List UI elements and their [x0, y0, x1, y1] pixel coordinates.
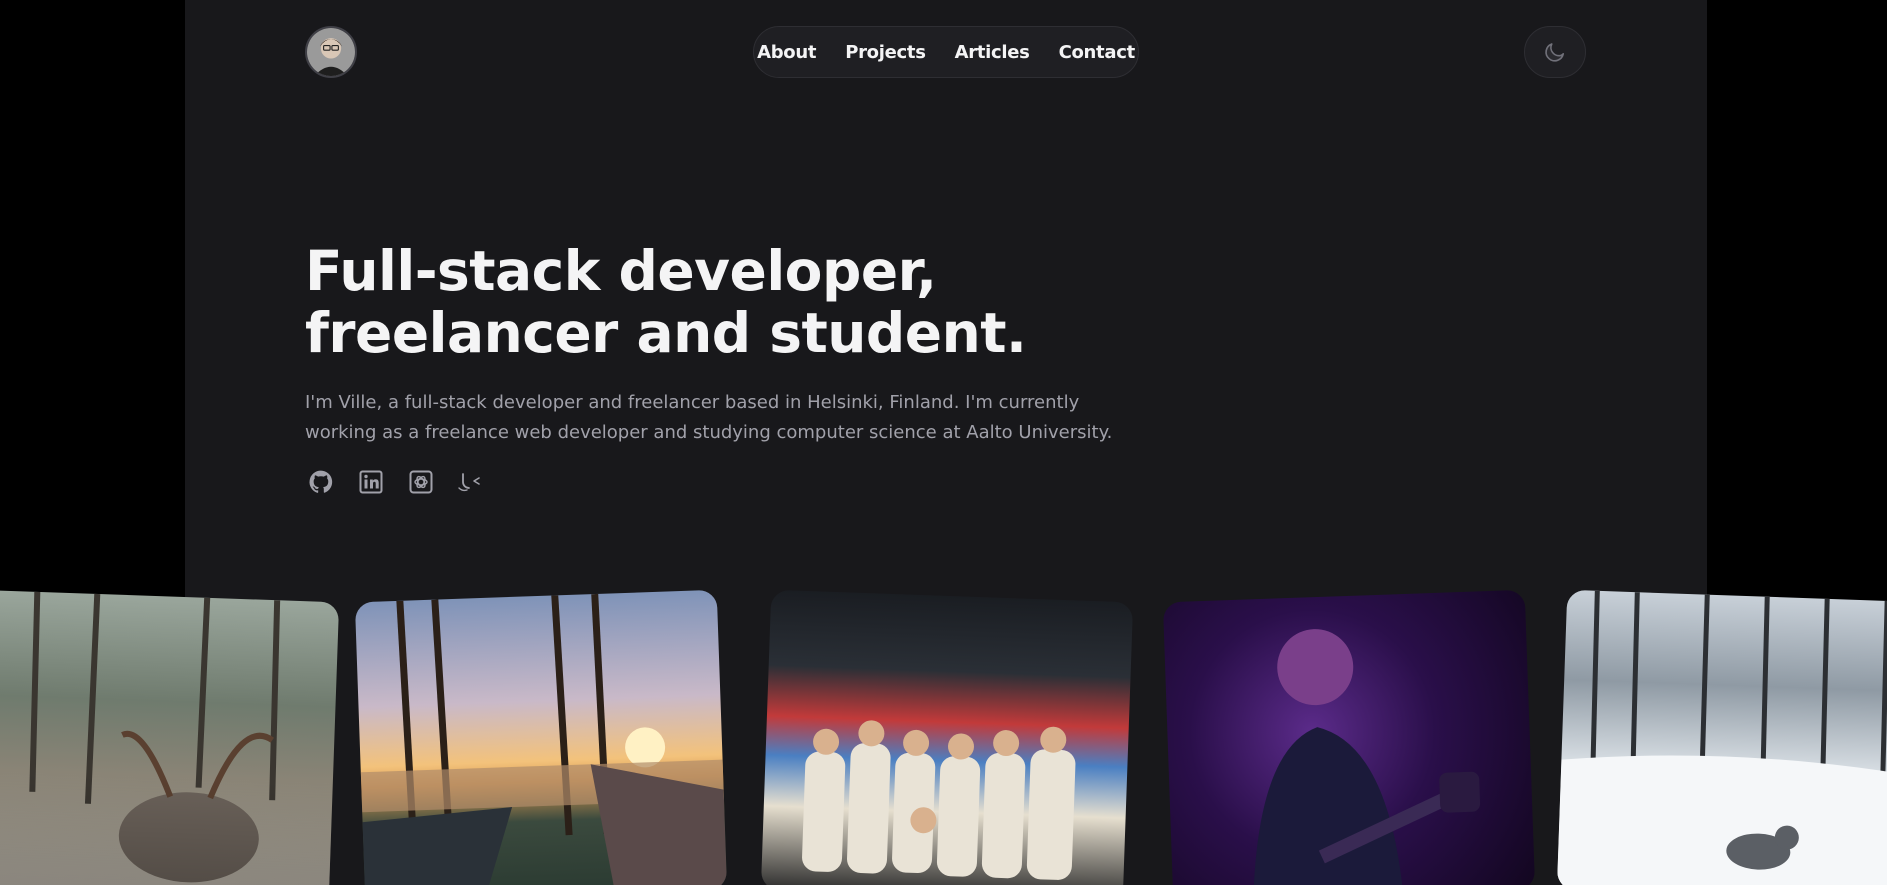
- hero-title: Full-stack developer, freelancer and stu…: [305, 240, 1105, 364]
- nav-contact[interactable]: Contact: [1059, 42, 1136, 63]
- github-icon: [309, 470, 333, 493]
- linkedin-icon: [359, 470, 383, 494]
- social-links: [307, 468, 485, 496]
- hero-title-line1: Full-stack developer,: [305, 239, 937, 303]
- snowy-forest-dog-photo: [1556, 589, 1887, 885]
- theme-toggle-button[interactable]: [1524, 26, 1586, 78]
- nav-about[interactable]: About: [757, 42, 816, 63]
- lake-sunset-photo: [354, 589, 728, 885]
- nav-articles[interactable]: Articles: [955, 42, 1030, 63]
- hero-title-line2: freelancer and student.: [305, 301, 1027, 365]
- nav-projects[interactable]: Projects: [845, 42, 926, 63]
- openai-icon: [409, 470, 433, 494]
- blog-link[interactable]: [457, 468, 485, 496]
- home-avatar-link[interactable]: [305, 26, 357, 78]
- main-nav: About Projects Articles Contact: [753, 26, 1139, 78]
- group-photo: [760, 589, 1134, 885]
- avatar: [307, 28, 355, 76]
- openai-link[interactable]: [407, 468, 435, 496]
- moon-icon: [1545, 43, 1565, 62]
- logo-mark-icon: [458, 473, 480, 492]
- reindeer-photo: [0, 589, 340, 885]
- linkedin-link[interactable]: [357, 468, 385, 496]
- guitarist-photo: [1162, 589, 1536, 885]
- github-link[interactable]: [307, 468, 335, 496]
- hero-intro: I'm Ville, a full-stack developer and fr…: [305, 392, 1113, 443]
